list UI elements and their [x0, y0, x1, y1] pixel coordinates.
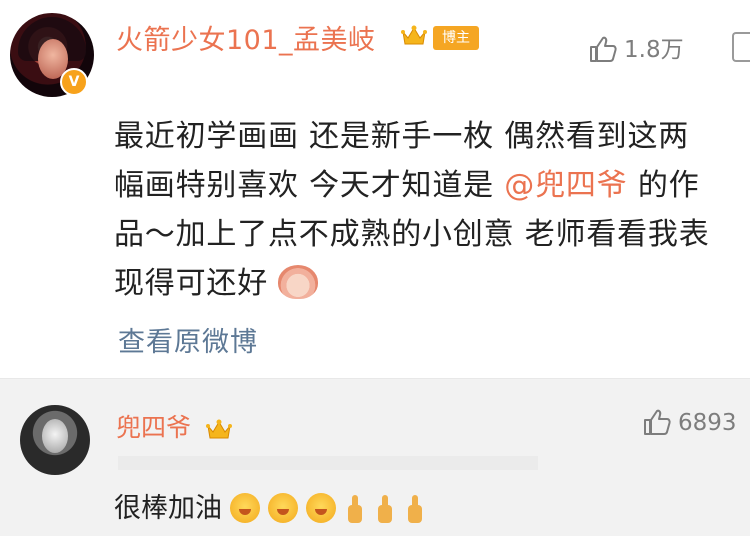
comment-text: 的作 [627, 168, 700, 203]
thumbs-up-icon [590, 36, 617, 62]
avatar-face [42, 419, 68, 453]
reply-avatar[interactable] [20, 405, 90, 475]
emoji-thumb-icon [374, 493, 396, 523]
emoji-face-icon [230, 493, 260, 523]
comment-text: 现得可还好 [114, 266, 268, 301]
reply-author-name[interactable]: 兜四爷 [116, 408, 191, 444]
emoji-thumb-icon [404, 493, 426, 523]
comment-line: 最近初学画画 还是新手一枚 偶然看到这两 [114, 119, 690, 154]
reply-text: 很棒加油 [114, 493, 222, 524]
more-icon[interactable] [732, 32, 750, 62]
verified-v-icon: V [60, 68, 88, 96]
like-count: 1.8万 [624, 37, 684, 63]
faint-text-placeholder [118, 456, 538, 470]
comment-line: 现得可还好 [114, 259, 750, 308]
vip-crown-icon [206, 418, 232, 440]
emoji-bun-icon [278, 265, 318, 299]
comment-body: 最近初学画画 还是新手一枚 偶然看到这两 幅画特别喜欢 今天才知道是 @兜四爷 … [114, 112, 750, 308]
comment-text: 幅画特别喜欢 今天才知道是 [114, 168, 505, 203]
like-button[interactable]: 1.8万 [588, 30, 684, 64]
comment-line: 幅画特别喜欢 今天才知道是 @兜四爷 的作 [114, 161, 750, 210]
comment-line: 品～加上了点不成熟的小创意 老师看看我表 [114, 217, 710, 252]
emoji-face-icon [268, 493, 298, 523]
comment-author-name[interactable]: 火箭少女101_孟美岐 [116, 18, 376, 57]
owner-badge: 博主 [433, 26, 479, 50]
mention-link[interactable]: @兜四爷 [504, 168, 627, 203]
reply-like-count: 6893 [678, 410, 737, 436]
emoji-face-icon [306, 493, 336, 523]
thumbs-up-icon [644, 409, 671, 435]
vip-crown-icon [401, 24, 427, 46]
reply-body: 很棒加油 [114, 486, 426, 525]
emoji-thumb-icon [344, 493, 366, 523]
reply-like-button[interactable]: 6893 [642, 408, 737, 436]
view-original-link[interactable]: 查看原微博 [118, 320, 258, 359]
